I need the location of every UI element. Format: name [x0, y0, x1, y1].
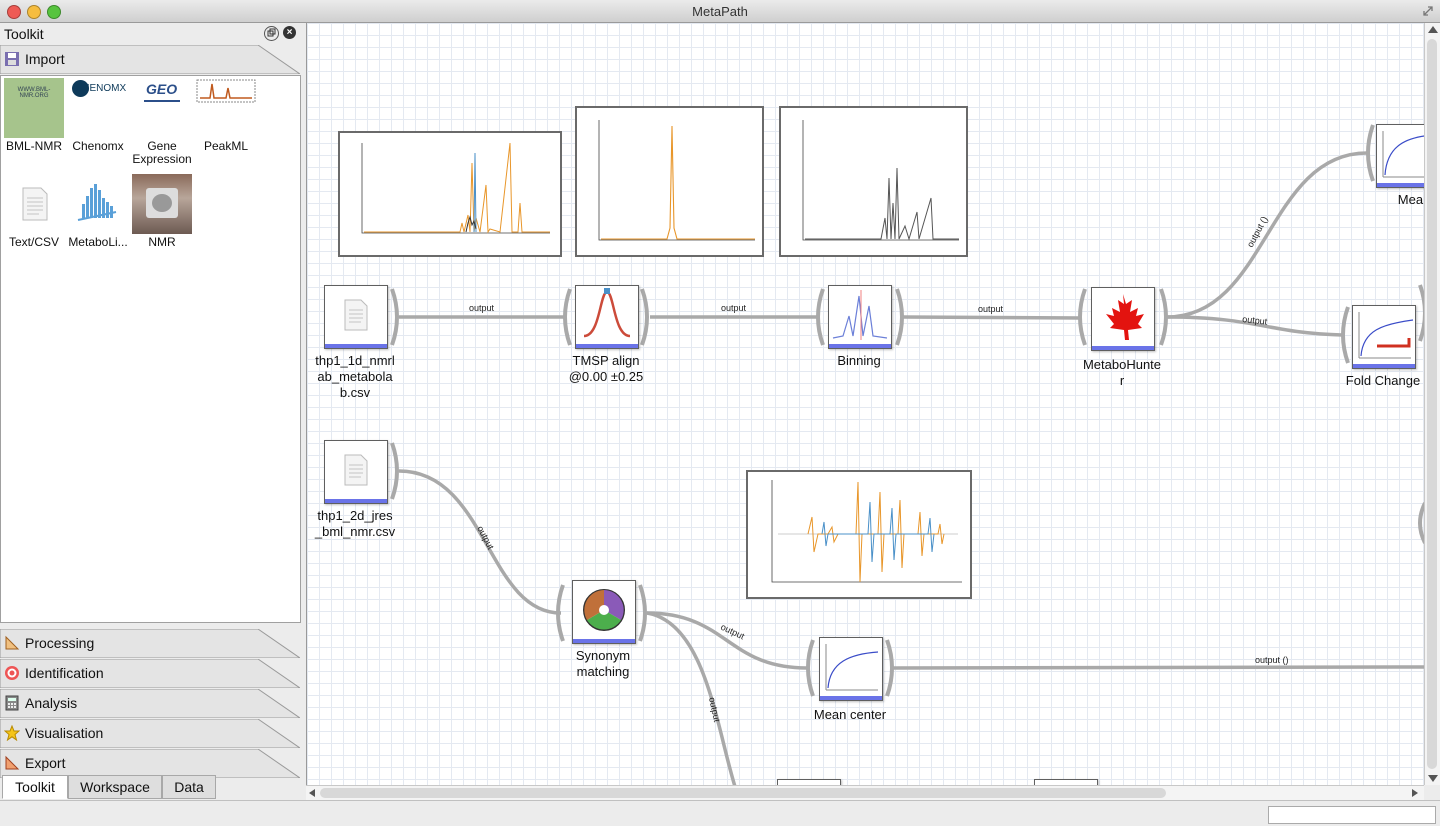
- toolkit-title: Toolkit: [4, 26, 44, 42]
- undock-icon[interactable]: [264, 26, 279, 41]
- tool-metabolights[interactable]: MetaboLi...: [66, 174, 130, 249]
- section-processing-label: Processing: [25, 635, 95, 651]
- edge-label: output (): [1245, 215, 1270, 249]
- node-label: Mean center: [813, 707, 887, 722]
- chenomx-logo-text: CHENOMX: [75, 83, 127, 94]
- calculator-icon: [5, 695, 19, 711]
- document-icon: [4, 174, 64, 234]
- tool-nmr[interactable]: NMR: [130, 174, 194, 249]
- tool-gene-expression[interactable]: GEO Gene Expression: [130, 78, 194, 166]
- window-title: MetaPath: [692, 4, 748, 19]
- scroll-right-icon[interactable]: [1412, 789, 1418, 797]
- star-icon: [4, 725, 20, 741]
- spectrum-preview-tmsp[interactable]: [575, 106, 764, 257]
- vertical-scrollbar[interactable]: [1424, 23, 1440, 785]
- workflow-canvas[interactable]: output output output output () output ou…: [306, 23, 1425, 785]
- bml-nmr-icon: WWW.BML-NMR.ORG: [4, 78, 64, 138]
- scroll-down-icon[interactable]: [1428, 775, 1438, 782]
- section-export-label: Export: [25, 755, 66, 771]
- section-identification-label: Identification: [25, 665, 104, 681]
- edge-label: output: [978, 304, 1004, 314]
- node-label: TMSP align @0.00 ±0.25: [568, 353, 644, 384]
- node-label: thp1_2d_jres _bml_nmr.csv: [314, 508, 396, 539]
- node-label: Synonym matching: [575, 648, 631, 679]
- peakml-icon: [196, 78, 256, 138]
- spectrum-preview-binned[interactable]: [779, 106, 968, 257]
- section-visualisation-label: Visualisation: [25, 725, 104, 741]
- chenomx-icon: CHENOMX: [68, 78, 128, 138]
- scroll-left-icon[interactable]: [309, 789, 315, 797]
- tool-bml-nmr[interactable]: WWW.BML-NMR.ORG BML-NMR: [2, 78, 66, 153]
- toolkit-header: Toolkit ×: [0, 23, 300, 45]
- node-label: Binning: [837, 353, 881, 368]
- tool-label: NMR: [148, 235, 176, 249]
- geo-icon: GEO: [132, 78, 192, 138]
- panel-tabs: Toolkit Workspace Data: [0, 773, 300, 799]
- floppy-disk-icon: [5, 52, 19, 66]
- section-import-label: Import: [25, 51, 65, 67]
- horizontal-scrollbar[interactable]: [306, 785, 1424, 801]
- close-panel-icon[interactable]: ×: [283, 26, 296, 39]
- tool-label: PeakML: [203, 139, 249, 153]
- edge-label: output: [1242, 314, 1268, 327]
- horizontal-scroll-thumb[interactable]: [320, 788, 1166, 798]
- tool-chenomx[interactable]: CHENOMX Chenomx: [66, 78, 130, 153]
- node-label: Fold Change: [1345, 373, 1421, 388]
- tool-label: BML-NMR: [6, 139, 62, 153]
- section-analysis[interactable]: Analysis: [0, 689, 300, 718]
- edge-label: output: [475, 524, 496, 551]
- nmr-machine-icon: [132, 174, 192, 234]
- tool-label: Chenomx: [72, 139, 124, 153]
- status-bar: [0, 800, 1440, 826]
- edge-label: output: [469, 303, 495, 313]
- spectrum-preview-2d[interactable]: [746, 470, 972, 599]
- title-bar: MetaPath: [0, 0, 1440, 23]
- section-visualisation[interactable]: Visualisation: [0, 719, 300, 748]
- geo-logo-text: GEO: [146, 81, 178, 97]
- edge-label: output: [707, 696, 722, 723]
- toolkit-panel: Toolkit × Import WWW.BML-NMR.ORG BML-NMR…: [0, 23, 305, 800]
- edge-label: output: [721, 303, 747, 313]
- scroll-up-icon[interactable]: [1428, 26, 1438, 33]
- spectrum-preview-raw[interactable]: [338, 131, 562, 257]
- tool-peakml[interactable]: PeakML: [194, 78, 258, 153]
- fullscreen-icon[interactable]: [1422, 5, 1434, 17]
- import-tools-grid: WWW.BML-NMR.ORG BML-NMR CHENOMX Chenomx …: [0, 75, 301, 623]
- tab-data[interactable]: Data: [162, 775, 216, 799]
- ruler-icon: [5, 635, 20, 650]
- section-identification[interactable]: Identification: [0, 659, 300, 688]
- status-field: [1268, 806, 1436, 824]
- vertical-scroll-thumb[interactable]: [1427, 39, 1437, 769]
- section-processing[interactable]: Processing: [0, 629, 300, 658]
- edge-label: output (): [1255, 655, 1289, 665]
- section-import[interactable]: Import: [0, 45, 300, 74]
- tool-label: Gene Expression: [132, 139, 192, 166]
- tool-label: MetaboLi...: [68, 235, 128, 249]
- node-label: thp1_1d_nmrl ab_metabola b.csv: [315, 353, 395, 400]
- node-label: MetaboHunte r: [1082, 357, 1162, 388]
- tool-label: Text/CSV: [8, 235, 59, 249]
- tab-workspace[interactable]: Workspace: [68, 775, 162, 799]
- tool-text-csv[interactable]: Text/CSV: [2, 174, 66, 249]
- target-icon: [5, 666, 19, 680]
- section-analysis-label: Analysis: [25, 695, 78, 711]
- node-label: Mean cer: [1397, 192, 1425, 207]
- metabolights-icon: [68, 174, 128, 234]
- tab-toolkit[interactable]: Toolkit: [2, 775, 68, 799]
- bml-nmr-logo-text: WWW.BML-NMR.ORG: [17, 87, 51, 99]
- export-ruler-icon: [5, 755, 20, 770]
